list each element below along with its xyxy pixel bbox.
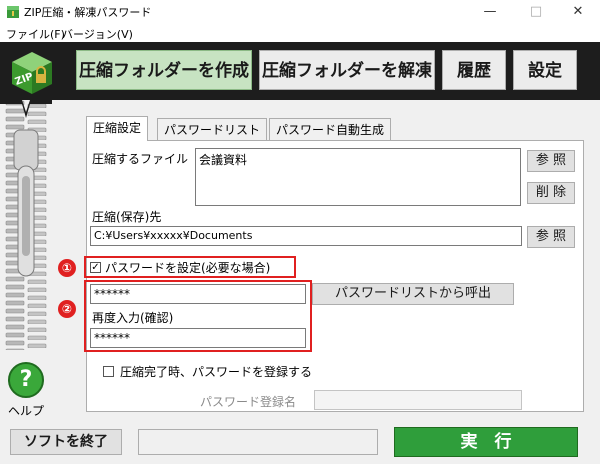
zip-box-icon [12,52,52,94]
browse-destination-button[interactable]: 参 照 [527,226,575,248]
app-window: ZIP圧縮・解凍パスワード — □ ✕ ファイル(F) バージョン(V) ZIP… [0,0,600,464]
maximize-button[interactable]: □ [514,0,558,24]
confirm-password-label: 再度入力(確認) [92,311,174,325]
delete-file-button[interactable]: 削 除 [527,182,575,204]
window-title: ZIP圧縮・解凍パスワード [24,6,152,19]
register-password-label: 圧縮完了時、パスワードを登録する [120,365,313,379]
tab-password-list[interactable]: パスワードリスト [157,118,268,140]
menu-file[interactable]: ファイル(F) [6,26,65,42]
register-name-field[interactable] [314,390,522,410]
help-question-icon: ? [19,367,33,392]
set-password-checkbox[interactable]: ✓ [90,262,101,273]
password-field[interactable]: ****** [90,284,306,304]
close-button[interactable]: ✕ [556,0,600,24]
files-list[interactable]: 会議資料 [195,148,521,206]
title-bar: ZIP圧縮・解凍パスワード — □ ✕ [0,0,600,24]
destination-label: 圧縮(保存)先 [92,210,162,224]
status-field [138,429,378,455]
register-password-checkbox[interactable] [103,366,114,377]
tab-password-generator[interactable]: パスワード自動生成 [269,118,392,140]
help-button[interactable]: ? [8,362,44,398]
register-name-label: パスワード登録名 [200,395,297,409]
menu-version[interactable]: バージョン(V) [62,26,133,42]
exit-app-button[interactable]: ソフトを終了 [10,429,122,455]
settings-button[interactable]: 設定 [513,50,577,90]
history-button[interactable]: 履歴 [442,50,506,90]
files-label: 圧縮するファイル [92,152,189,166]
password-list-recall-button[interactable]: パスワードリストから呼出 [312,283,514,305]
annotation-marker-2: ② [58,300,76,318]
menu-bar: ファイル(F) バージョン(V) [0,24,600,42]
tab-compress-settings[interactable]: 圧縮設定 [86,116,149,141]
app-icon [7,6,19,18]
minimize-button[interactable]: — [468,0,512,24]
destination-field[interactable]: C:¥Users¥xxxxx¥Documents [90,226,522,246]
zipper-decoration: ? ヘルプ [0,100,52,424]
confirm-password-field[interactable]: ****** [90,328,306,348]
set-password-label: パスワードを設定(必要な場合) [105,261,271,275]
browse-files-button[interactable]: 参 照 [527,150,575,172]
create-archive-button[interactable]: 圧縮フォルダーを作成 [76,50,252,90]
toolbar: ZIP 圧縮フォルダーを作成 圧縮フォルダーを解凍 履歴 設定 [0,42,600,100]
help-label: ヘルプ [8,404,45,418]
extract-archive-button[interactable]: 圧縮フォルダーを解凍 [259,50,435,90]
bottom-bar: ソフトを終了 実 行 [0,424,600,464]
annotation-marker-1: ① [58,259,76,277]
execute-button[interactable]: 実 行 [394,427,578,457]
zip-logo: ZIP [6,46,58,98]
